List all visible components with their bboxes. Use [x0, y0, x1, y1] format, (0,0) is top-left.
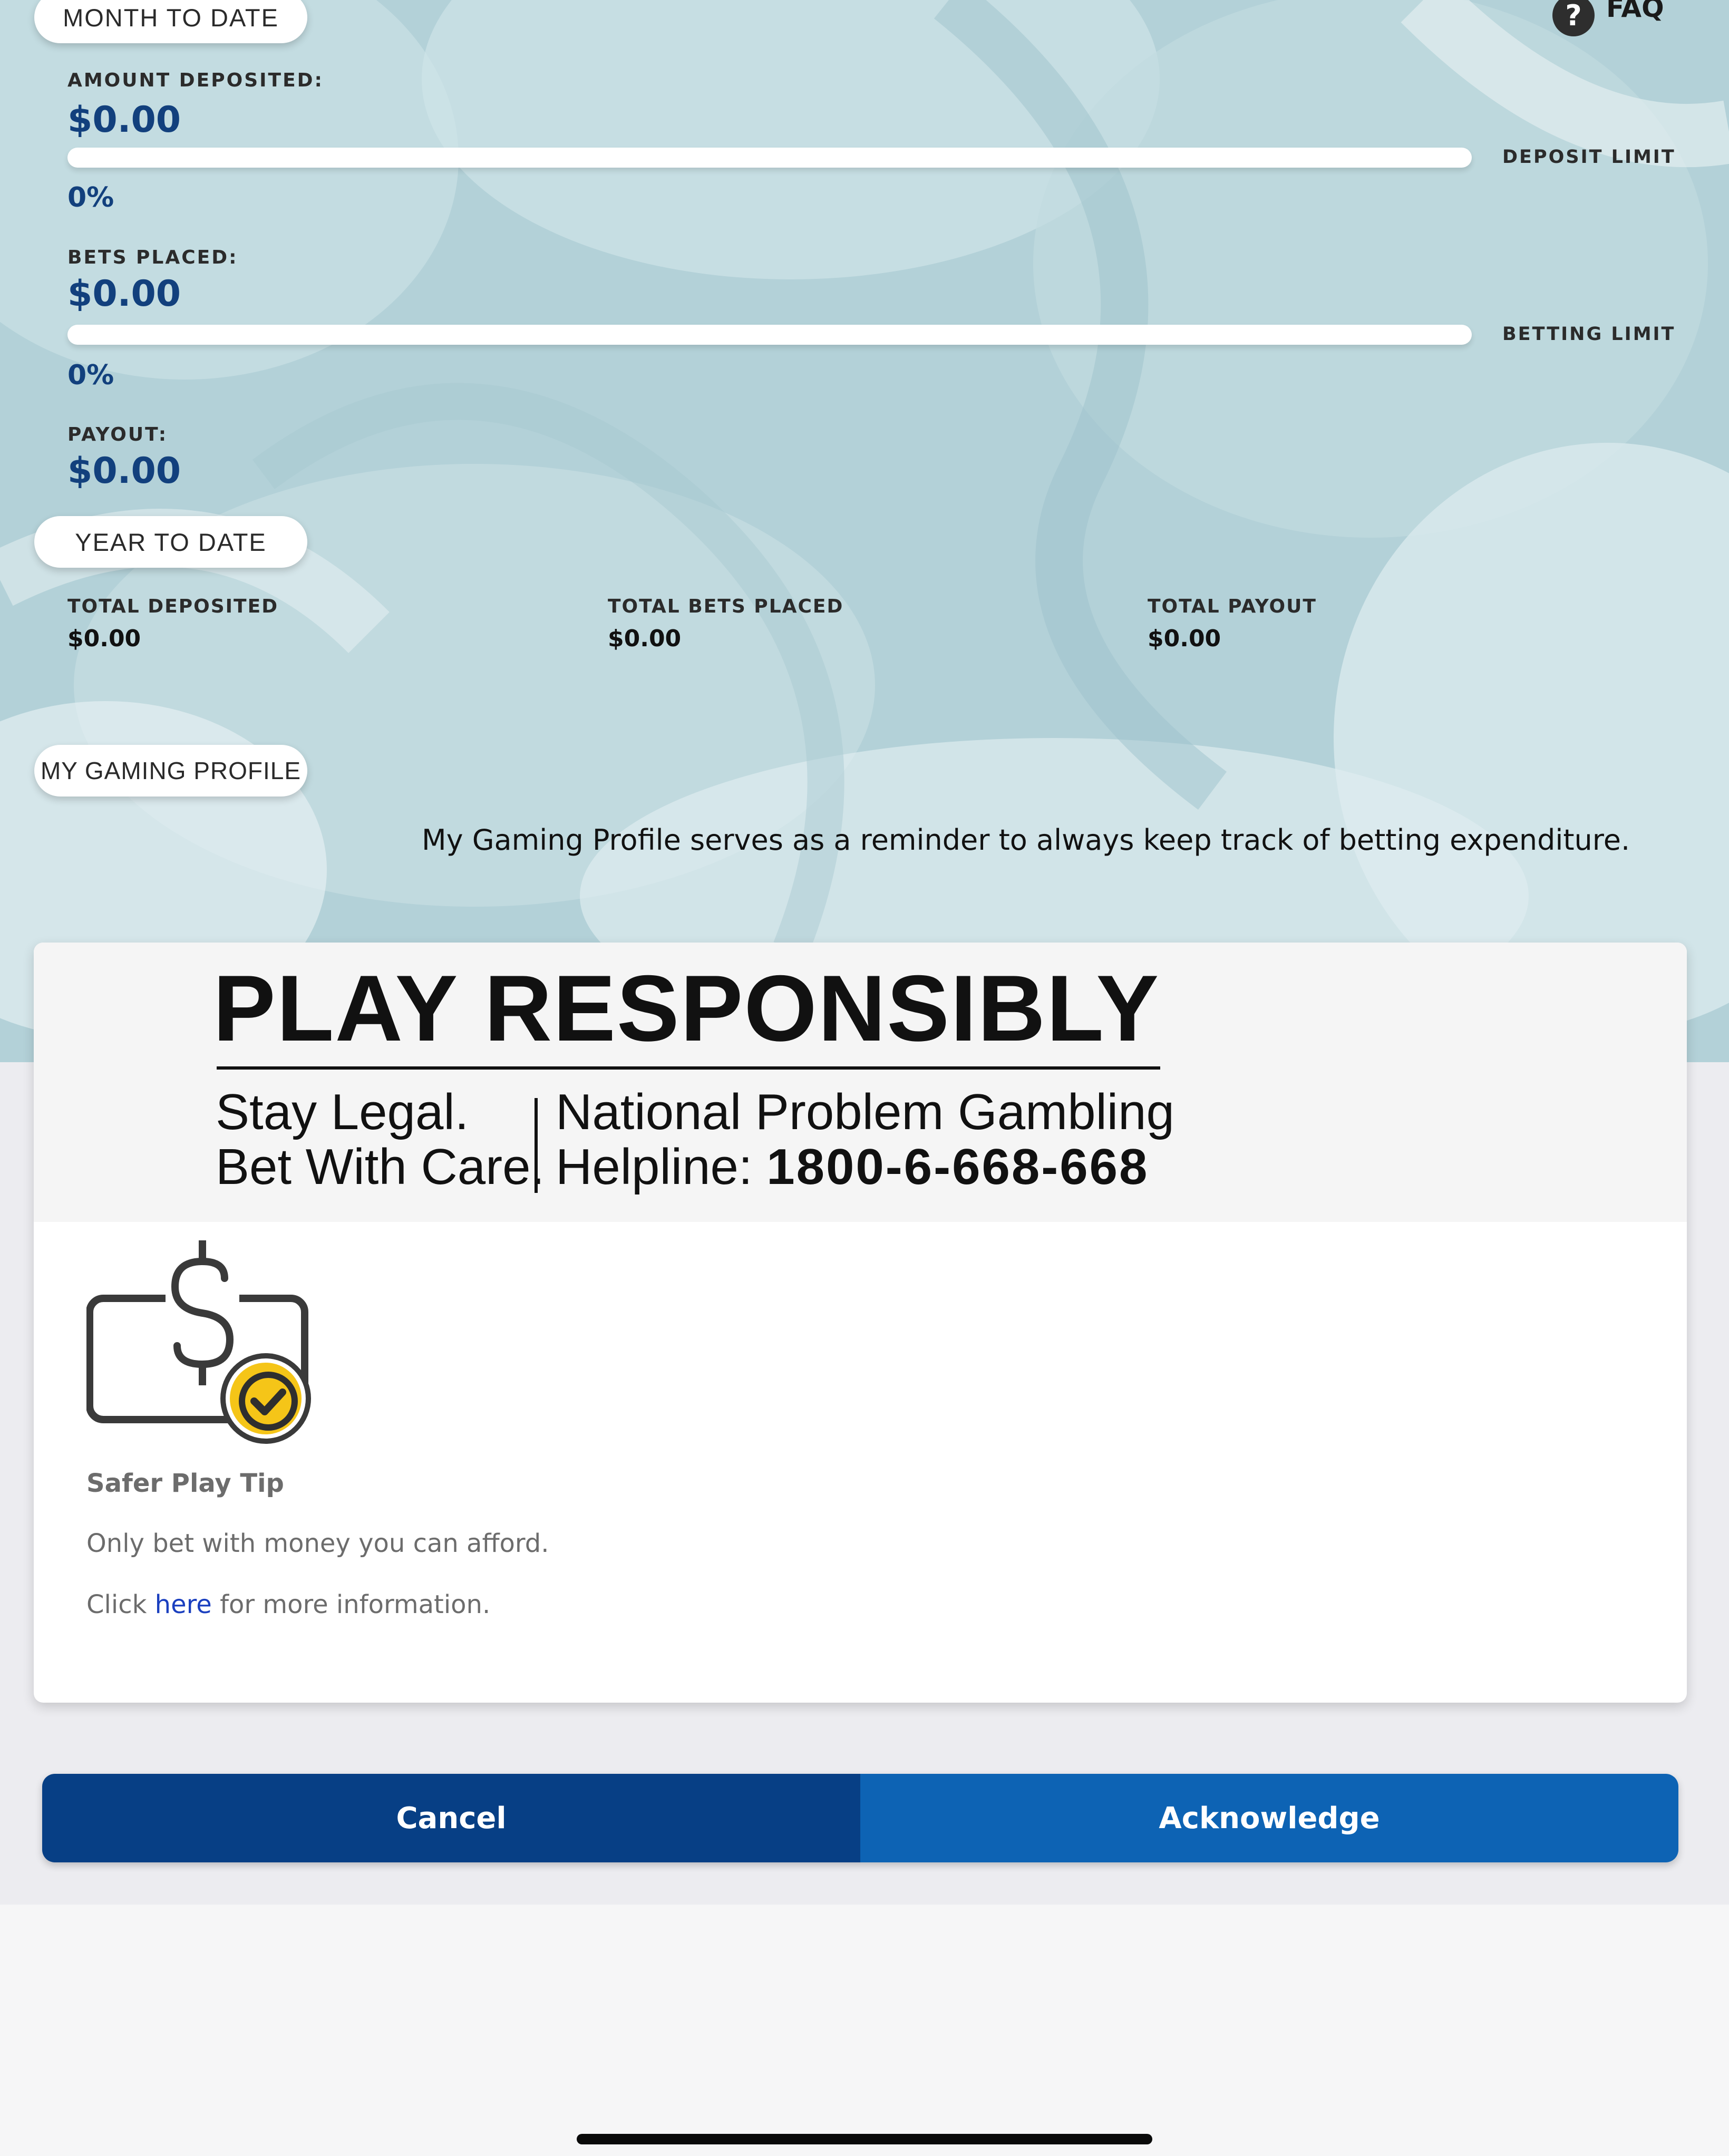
amount-deposited-value: $0.00 [67, 99, 181, 141]
bets-placed-value: $0.00 [67, 273, 181, 315]
payout-label: PAYOUT: [67, 424, 168, 445]
deposit-progress-bar [67, 148, 1472, 168]
deposit-limit-label: DEPOSIT LIMIT [1502, 147, 1676, 168]
banner-left-line2: Bet With Care. [216, 1139, 545, 1195]
home-indicator[interactable] [577, 2134, 1152, 2144]
more-info-suffix: for more information. [211, 1590, 491, 1619]
banner-left-line1: Stay Legal. [216, 1084, 469, 1140]
year-to-date-pill: YEAR TO DATE [34, 516, 307, 568]
month-to-date-pill: MONTH TO DATE [34, 0, 307, 43]
banner-right-text: National Problem Gambling Helpline: 1800… [556, 1085, 1174, 1194]
action-buttons: Cancel Acknowledge [42, 1774, 1678, 1862]
banner-title: PLAY RESPONSIBLY [213, 956, 1160, 1061]
safer-play-tip-text: Only bet with money you can afford. [86, 1529, 549, 1558]
helpline-prefix: Helpline: [556, 1139, 767, 1195]
total-bets-placed-label: TOTAL BETS PLACED [608, 596, 844, 617]
wallet-dollar-check-icon [86, 1240, 313, 1444]
faq-label: FAQ [1606, 0, 1664, 23]
banner-right-line1: National Problem Gambling [556, 1084, 1174, 1140]
bets-placed-label: BETS PLACED: [67, 247, 238, 268]
banner-divider [217, 1066, 1160, 1070]
total-payout-label: TOTAL PAYOUT [1148, 596, 1317, 617]
payout-value: $0.00 [67, 450, 181, 492]
betting-progress-bar [67, 325, 1472, 345]
more-info-row: Click here for more information. [86, 1590, 490, 1619]
total-payout-value: $0.00 [1148, 625, 1221, 652]
total-bets-placed-value: $0.00 [608, 625, 682, 652]
cancel-button[interactable]: Cancel [42, 1774, 860, 1862]
banner-right-line2: Helpline: 1800-6-668-668 [556, 1140, 1174, 1194]
banner-left-text: Stay Legal. Bet With Care. [216, 1085, 545, 1194]
play-responsibly-banner: PLAY RESPONSIBLY Stay Legal. Bet With Ca… [34, 943, 1687, 1222]
my-gaming-profile-pill: MY GAMING PROFILE [34, 745, 307, 797]
more-info-prefix: Click [86, 1590, 155, 1619]
faq-link[interactable]: ? FAQ [1552, 0, 1664, 37]
safer-play-tip-title: Safer Play Tip [86, 1469, 284, 1498]
question-circle-icon: ? [1552, 0, 1595, 36]
helpline-number: 1800-6-668-668 [766, 1139, 1149, 1195]
betting-limit-label: BETTING LIMIT [1502, 324, 1676, 345]
more-info-link[interactable]: here [155, 1590, 212, 1619]
total-deposited-value: $0.00 [67, 625, 141, 652]
acknowledge-button[interactable]: Acknowledge [860, 1774, 1678, 1862]
betting-progress-percent: 0% [67, 360, 114, 391]
play-responsibly-card: PLAY RESPONSIBLY Stay Legal. Bet With Ca… [34, 943, 1687, 1703]
total-deposited-label: TOTAL DEPOSITED [67, 596, 279, 617]
bottom-area [0, 1905, 1729, 2156]
amount-deposited-label: AMOUNT DEPOSITED: [67, 70, 324, 91]
deposit-progress-percent: 0% [67, 182, 114, 213]
banner-vertical-divider [535, 1098, 538, 1193]
gaming-profile-description: My Gaming Profile serves as a reminder t… [422, 823, 1630, 857]
